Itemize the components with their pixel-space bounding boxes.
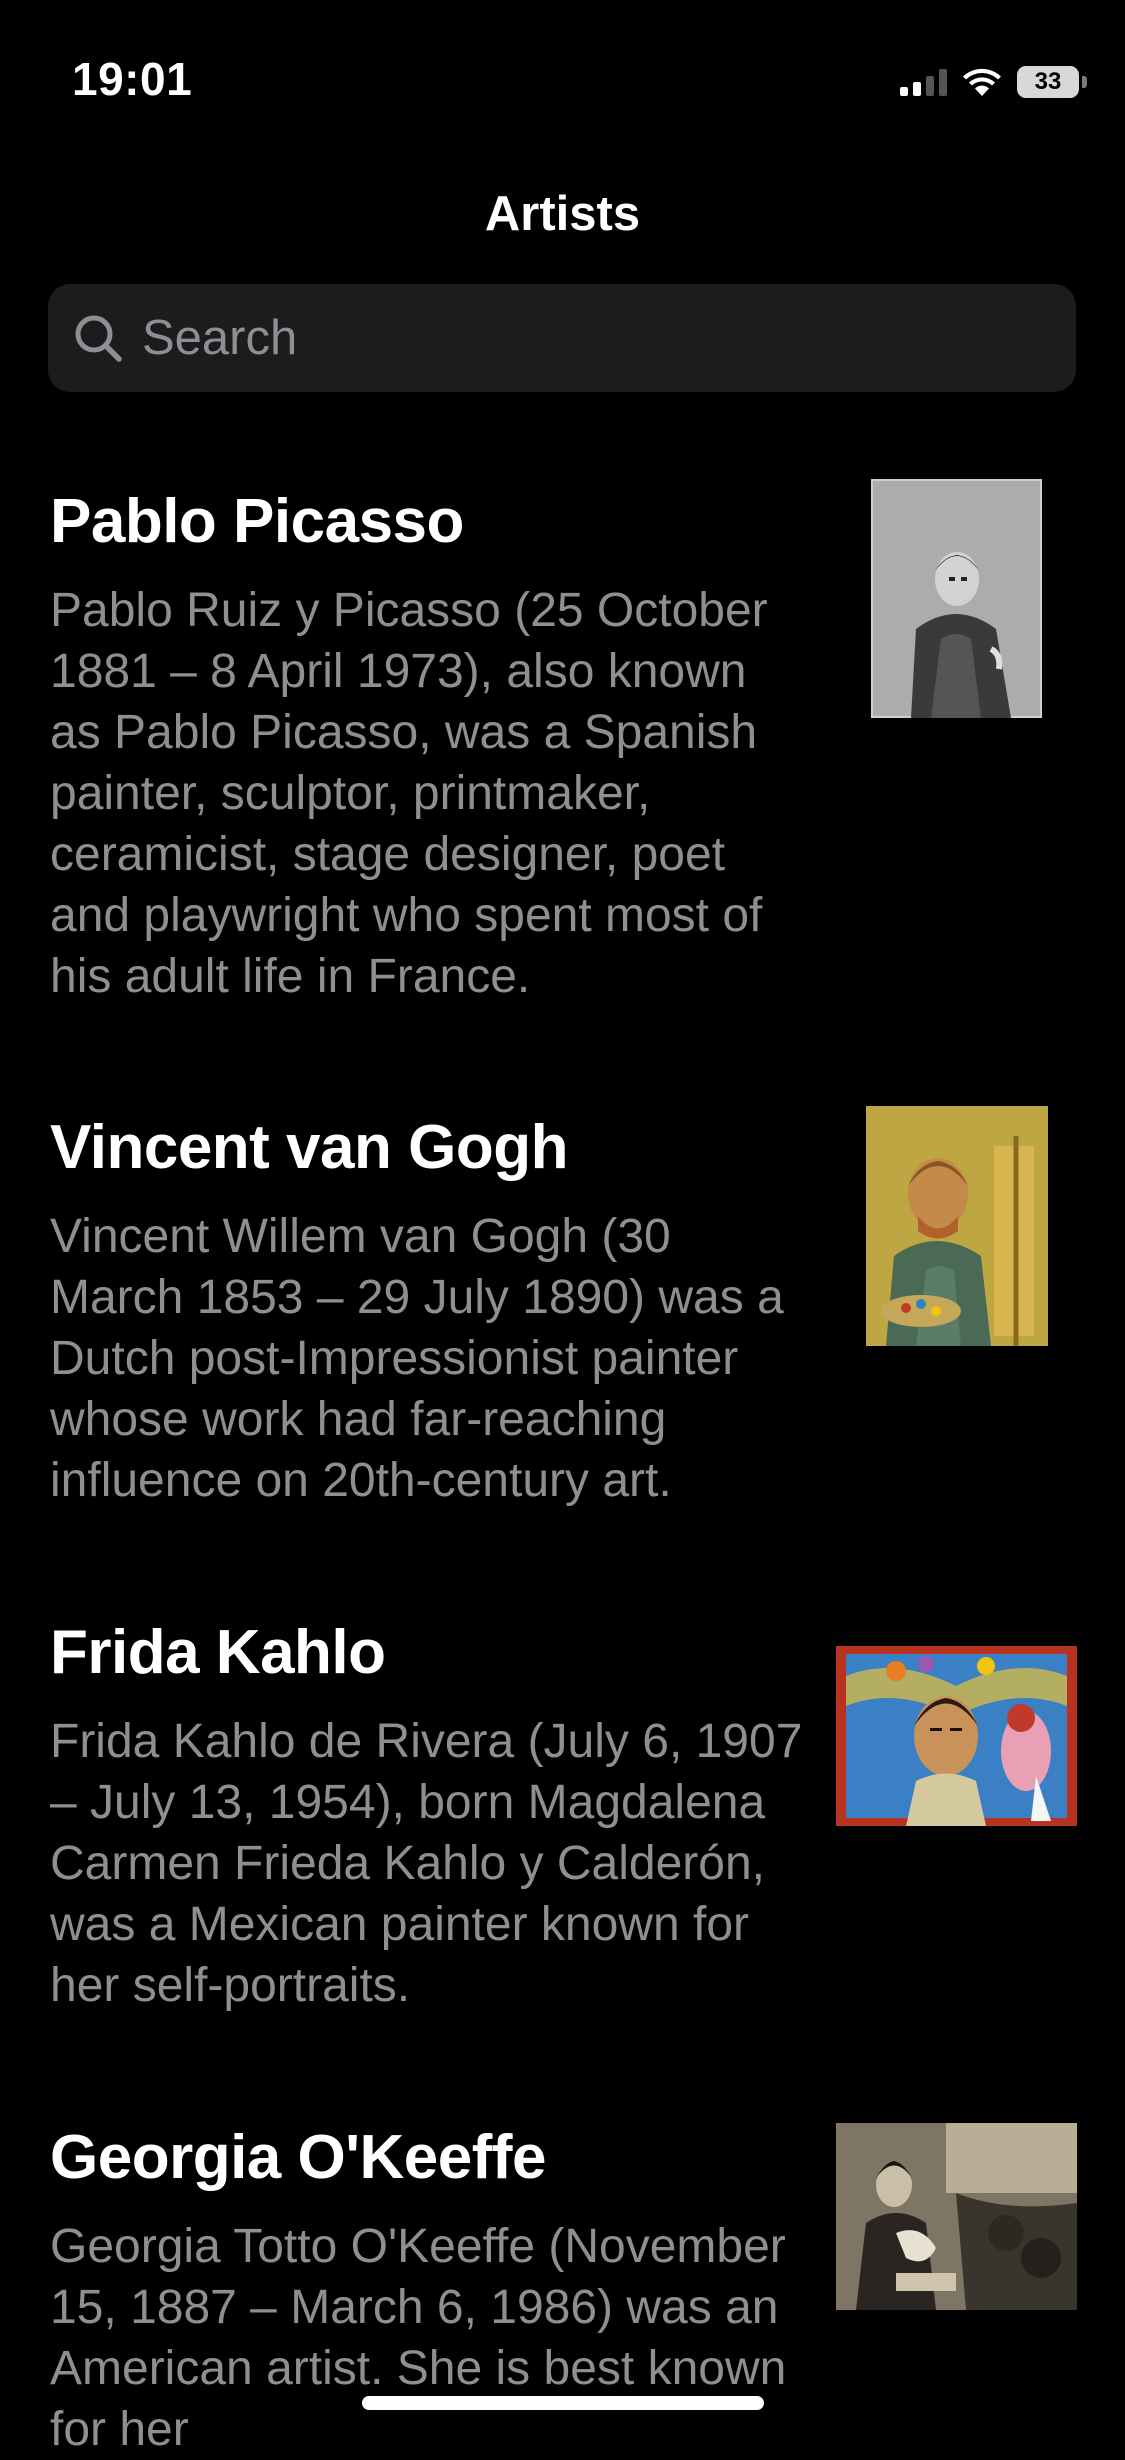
search-field[interactable]: [48, 284, 1076, 392]
status-icons: 33: [900, 58, 1087, 106]
home-indicator[interactable]: [362, 2396, 764, 2410]
artist-painting: [866, 1106, 1048, 1346]
artist-name: Vincent van Gogh: [50, 1113, 568, 1182]
status-time: 19:01: [72, 53, 193, 105]
search-input[interactable]: [126, 284, 1076, 392]
artist-name: Georgia O'Keeffe: [50, 2123, 547, 2192]
artist-description: Frida Kahlo de Rivera (July 6, 1907 – Ju…: [50, 1715, 803, 2012]
artist-photo: [871, 479, 1042, 718]
list-item[interactable]: Georgia O'Keeffe Georgia Totto O'Keeffe …: [0, 2106, 1125, 2456]
artist-list: Pablo Picasso Pablo Ruiz y Picasso (25 O…: [0, 470, 1125, 2456]
battery-icon: 33: [1017, 66, 1079, 98]
page-title: Artists: [484, 187, 641, 241]
artist-description: Vincent Willem van Gogh (30 March 1853 –…: [50, 1210, 784, 1507]
artist-name: Frida Kahlo: [50, 1618, 386, 1687]
artist-photo: [836, 2123, 1077, 2310]
list-item[interactable]: Vincent van Gogh Vincent Willem van Gogh…: [0, 1096, 1125, 1601]
status-bar: 19:01 33: [0, 0, 1125, 150]
artist-name: Pablo Picasso: [50, 487, 464, 556]
list-item[interactable]: Pablo Picasso Pablo Ruiz y Picasso (25 O…: [0, 470, 1125, 1096]
artist-description: Pablo Ruiz y Picasso (25 October 1881 – …: [50, 584, 768, 1003]
artist-painting: [836, 1646, 1077, 1826]
cellular-signal-icon: [900, 68, 947, 96]
search-icon: [70, 310, 126, 366]
battery-level: 33: [1034, 68, 1062, 95]
artist-description: Georgia Totto O'Keeffe (November 15, 188…: [50, 2220, 787, 2456]
wifi-icon: [963, 68, 1001, 96]
list-item[interactable]: Frida Kahlo Frida Kahlo de Rivera (July …: [0, 1601, 1125, 2106]
